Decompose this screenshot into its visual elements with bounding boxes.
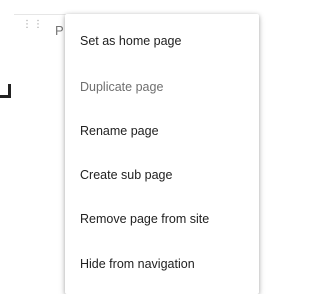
page-context-menu: Set as home page Duplicate page Rename p… xyxy=(65,14,259,294)
menu-item-hide-from-navigation[interactable]: Hide from navigation xyxy=(65,242,259,286)
menu-item-set-as-home-page[interactable]: Set as home page xyxy=(65,19,259,63)
page-outline-corner xyxy=(0,84,11,98)
menu-item-rename-page[interactable]: Rename page xyxy=(65,109,259,153)
screen: ⋮⋮ P Set as home page Duplicate page Ren… xyxy=(0,0,259,294)
menu-item-duplicate-page: Duplicate page xyxy=(80,80,164,94)
drag-handle-icon[interactable]: ⋮⋮ xyxy=(22,20,43,37)
menu-item-create-sub-page[interactable]: Create sub page xyxy=(65,153,259,197)
menu-item-remove-page-from-site[interactable]: Remove page from site xyxy=(65,197,259,241)
page-title-partial: P xyxy=(55,23,64,38)
